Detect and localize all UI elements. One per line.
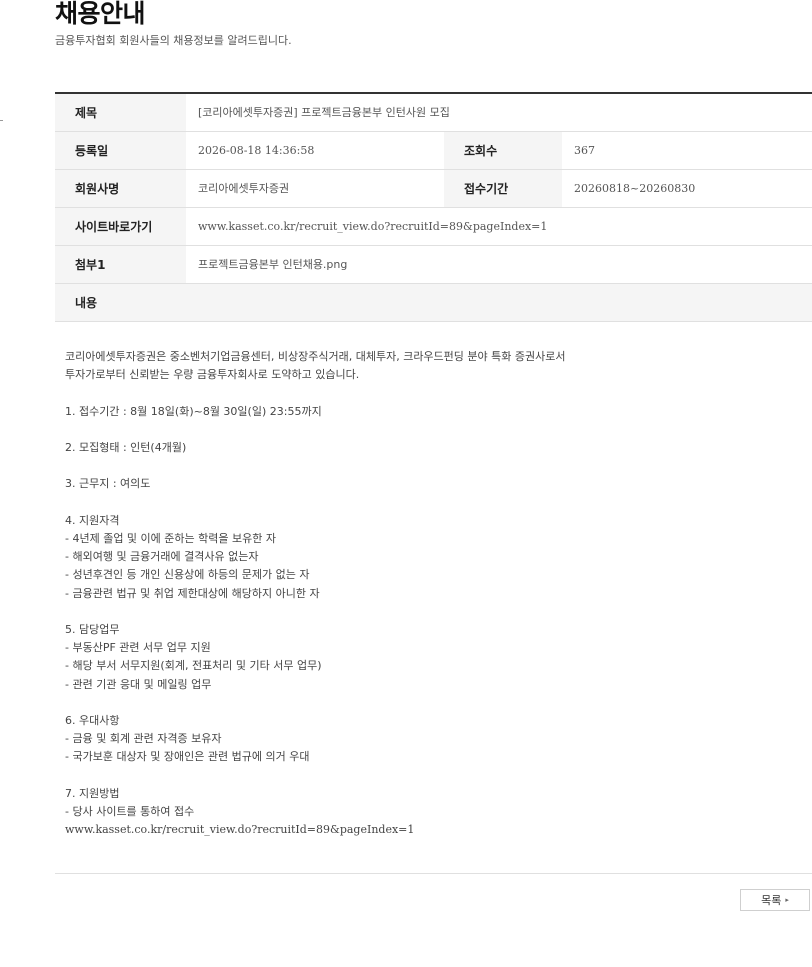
qualification-item: - 성년후견인 등 개인 신용상에 하등의 문제가 없는 자: [65, 568, 310, 582]
section-how-to-apply-title: 7. 지원방법: [65, 786, 120, 800]
section-preferences-title: 6. 우대사항: [65, 713, 120, 727]
site-label: 사이트바로가기: [55, 207, 186, 246]
section-qualifications-title: 4. 지원자격: [65, 513, 120, 527]
company-row: 회원사명 코리아에셋투자증권 접수기간 20260818~20260830: [55, 169, 812, 208]
attachment-label: 첨부1: [55, 245, 186, 284]
section-application-period: 1. 접수기간 : 8월 18일(화)~8월 30일(일) 23:55까지: [65, 404, 322, 418]
site-row: 사이트바로가기 www.kasset.co.kr/recruit_view.do…: [55, 207, 812, 246]
period-label: 접수기간: [444, 169, 562, 208]
caret-right-icon: ▸: [785, 896, 789, 904]
title-value: [코리아에셋투자증권] 프로젝트금융본부 인턴사원 모집: [186, 93, 812, 132]
content-label: 내용: [55, 283, 812, 322]
section-duties-title: 5. 담당업무: [65, 622, 120, 636]
section-work-location: 3. 근무지 : 여의도: [65, 477, 151, 491]
qualification-item: - 4년제 졸업 및 이에 준하는 학력을 보유한 자: [65, 531, 276, 545]
views-value: 367: [562, 131, 812, 170]
intro-line: 투자가로부터 신뢰받는 우량 금융투자회사로 도약하고 있습니다.: [65, 368, 360, 382]
list-button-label: 목록: [761, 894, 782, 907]
duty-item: - 해당 부서 서무지원(회계, 전표처리 및 기타 서무 업무): [65, 659, 322, 673]
apply-item: - 당사 사이트를 통하여 접수: [65, 804, 195, 818]
side-divider: [0, 120, 3, 121]
duty-item: - 부동산PF 관련 서무 업무 지원: [65, 641, 211, 655]
date-row: 등록일 2026-08-18 14:36:58 조회수 367: [55, 131, 812, 170]
apply-url: www.kasset.co.kr/recruit_view.do?recruit…: [65, 823, 415, 837]
post-content: 코리아에셋투자증권은 중소벤처기업금융센터, 비상장주식거래, 대체투자, 크라…: [65, 348, 805, 839]
intro-line: 코리아에셋투자증권은 중소벤처기업금융센터, 비상장주식거래, 대체투자, 크라…: [65, 350, 566, 363]
page-subtitle: 금융투자협회 회원사들의 채용정보를 알려드립니다.: [55, 34, 292, 47]
date-value: 2026-08-18 14:36:58: [186, 131, 444, 170]
content-bottom-divider: [55, 873, 812, 874]
qualification-item: - 금융관련 법규 및 취업 제한대상에 해당하지 아니한 자: [65, 586, 320, 600]
views-label: 조회수: [444, 131, 562, 170]
attachment-link[interactable]: 프로젝트금융본부 인턴채용.png: [186, 245, 812, 284]
recruit-detail-table: 제목 [코리아에셋투자증권] 프로젝트금융본부 인턴사원 모집 등록일 2026…: [55, 92, 812, 322]
attachment-row: 첨부1 프로젝트금융본부 인턴채용.png: [55, 245, 812, 284]
date-label: 등록일: [55, 131, 186, 170]
list-button[interactable]: 목록 ▸: [740, 889, 810, 911]
site-link[interactable]: www.kasset.co.kr/recruit_view.do?recruit…: [186, 207, 812, 246]
company-value: 코리아에셋투자증권: [186, 169, 444, 208]
qualification-item: - 해외여행 및 금융거래에 결격사유 없는자: [65, 550, 259, 564]
preference-item: - 금융 및 회계 관련 자격증 보유자: [65, 732, 222, 746]
period-value: 20260818~20260830: [562, 169, 812, 208]
duty-item: - 관련 기관 응대 및 메일링 업무: [65, 677, 212, 691]
preference-item: - 국가보훈 대상자 및 장애인은 관련 법규에 의거 우대: [65, 750, 310, 764]
title-label: 제목: [55, 93, 186, 132]
content-header-row: 내용: [55, 283, 812, 322]
section-employment-type: 2. 모집형태 : 인턴(4개월): [65, 440, 187, 454]
page-title: 채용안내: [55, 0, 146, 28]
company-label: 회원사명: [55, 169, 186, 208]
title-row: 제목 [코리아에셋투자증권] 프로젝트금융본부 인턴사원 모집: [55, 93, 812, 132]
